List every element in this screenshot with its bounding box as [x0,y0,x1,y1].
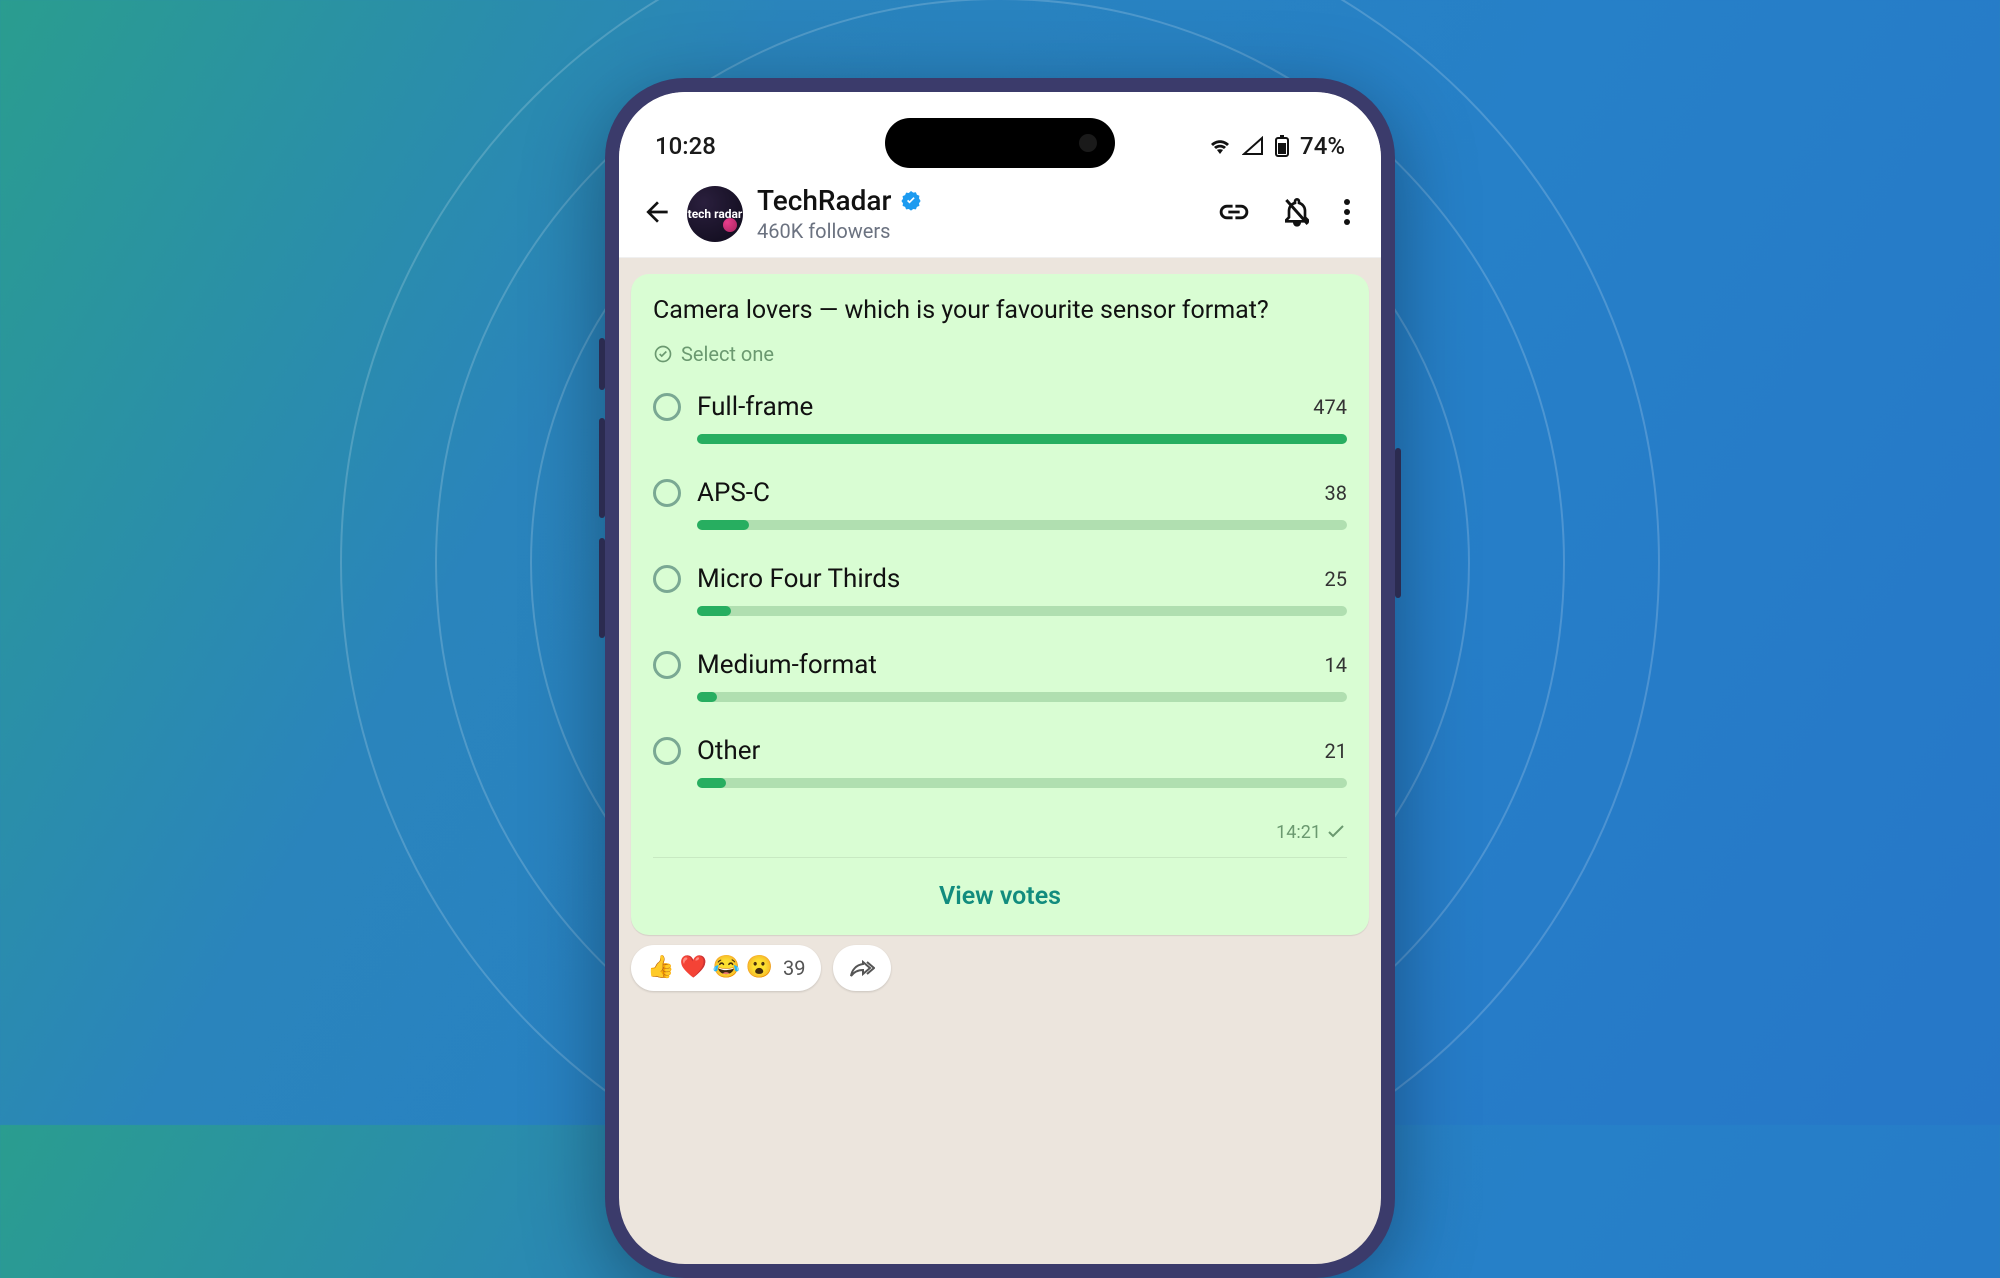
option-bar [697,778,1347,788]
signal-icon [1242,136,1264,156]
check-circle-icon [653,344,673,364]
reactions-pill[interactable]: 👍 ❤️ 😂 😮 39 [631,945,821,991]
radio-icon [653,651,681,679]
poll-option[interactable]: Medium-format 14 [653,650,1347,702]
dynamic-island [885,118,1115,168]
option-bar [697,692,1347,702]
option-label: Medium-format [697,650,1307,680]
option-label: Micro Four Thirds [697,564,1307,594]
forward-icon [849,958,875,978]
option-bar [697,434,1347,444]
message-meta: 14:21 [653,822,1347,853]
message-timestamp: 14:21 [1276,822,1321,843]
view-votes-button[interactable]: View votes [653,857,1347,935]
radio-icon [653,479,681,507]
option-bar [697,606,1347,616]
more-menu-icon[interactable] [1343,197,1351,231]
option-count: 21 [1307,739,1347,763]
link-icon[interactable] [1217,195,1251,233]
battery-icon [1274,135,1290,157]
channel-name: TechRadar [757,184,891,217]
radio-icon [653,737,681,765]
option-count: 474 [1307,395,1347,419]
option-bar [697,520,1347,530]
channel-title-block[interactable]: TechRadar 460K followers [757,184,1217,243]
option-count: 38 [1307,481,1347,505]
wifi-icon [1208,136,1232,156]
radio-icon [653,565,681,593]
chat-body: Camera lovers — which is your favourite … [619,258,1381,1007]
poll-option[interactable]: Full-frame 474 [653,392,1347,444]
option-count: 25 [1307,567,1347,591]
mute-icon[interactable] [1281,196,1313,232]
poll-option[interactable]: Other 21 [653,736,1347,788]
verified-badge-icon [899,189,923,213]
channel-avatar[interactable]: tech radar [687,186,743,242]
chat-header: tech radar TechRadar 460K followers [619,170,1381,258]
poll-question: Camera lovers — which is your favourite … [653,294,1347,328]
status-time: 10:28 [655,132,716,160]
poll-option[interactable]: Micro Four Thirds 25 [653,564,1347,616]
option-label: Other [697,736,1307,766]
phone-frame: 10:28 74% tech radar Tech [605,78,1395,1278]
poll-option[interactable]: APS-C 38 [653,478,1347,530]
channel-subtitle: 460K followers [757,219,1217,243]
forward-button[interactable] [833,945,891,991]
back-button[interactable] [635,188,679,240]
reaction-emojis: 👍 ❤️ 😂 😮 [647,955,773,980]
radio-icon [653,393,681,421]
status-battery: 74% [1300,132,1345,160]
option-label: Full-frame [697,392,1307,422]
sent-check-icon [1327,825,1347,839]
option-count: 14 [1307,653,1347,677]
poll-select-hint: Select one [653,342,1347,366]
option-label: APS-C [697,478,1307,508]
poll-message: Camera lovers — which is your favourite … [631,274,1369,935]
reaction-count: 39 [783,956,805,980]
